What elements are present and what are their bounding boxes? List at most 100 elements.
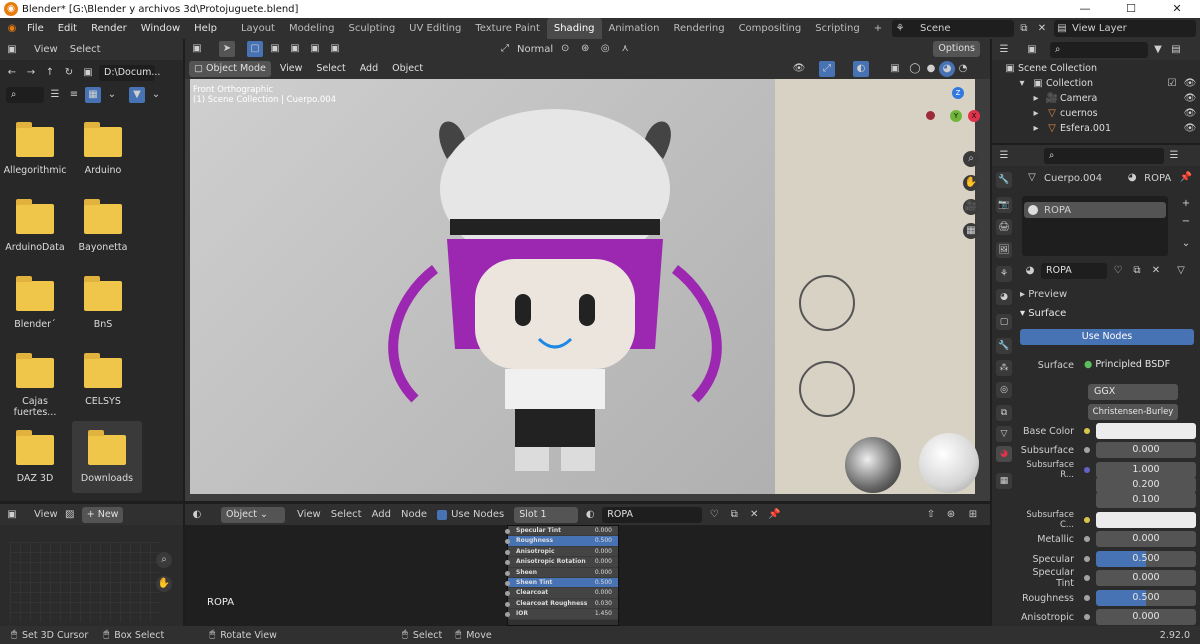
surface-shader-field[interactable]: ● Principled BSDF: [1080, 357, 1196, 373]
distribution-dropdown[interactable]: GGX: [1088, 384, 1178, 400]
folder-item[interactable]: DAZ 3D: [0, 430, 70, 484]
select-subtract-icon[interactable]: ▣: [287, 41, 303, 57]
viewport-add-menu[interactable]: Add: [355, 61, 383, 77]
principled-bsdf-node[interactable]: Specular Tint 0.000 Roughness 0.500 Anisot…: [505, 525, 619, 626]
filter-icon[interactable]: ▼: [129, 87, 145, 103]
visibility-icon[interactable]: 👁: [1182, 121, 1198, 137]
particles-icon[interactable]: ⁂: [996, 360, 1012, 376]
proportional-icon[interactable]: ◎: [597, 41, 613, 57]
navigation-gizmo[interactable]: Z Y X: [926, 87, 980, 127]
gizmo-icon[interactable]: ⤢: [819, 61, 835, 77]
specular-tint-field[interactable]: 0.000: [1096, 570, 1196, 586]
material-browse-icon[interactable]: ◕: [1022, 263, 1038, 279]
tab-rendering[interactable]: Rendering: [666, 18, 731, 39]
pin-icon[interactable]: 📌: [766, 507, 782, 523]
tab-texture-paint[interactable]: Texture Paint: [468, 18, 547, 39]
viewport-view-menu[interactable]: View: [275, 61, 308, 77]
folder-item[interactable]: Blender´: [0, 276, 70, 330]
visibility-icon[interactable]: 👁: [1182, 91, 1198, 107]
node-select-menu[interactable]: Select: [331, 509, 362, 520]
preview-panel-header[interactable]: ▸ Preview: [1020, 289, 1067, 300]
add-slot-icon[interactable]: +: [1178, 196, 1194, 212]
select-extend-icon[interactable]: ▣: [267, 41, 283, 57]
parent-node-icon[interactable]: ⇧: [923, 507, 939, 523]
menu-file[interactable]: File: [20, 18, 51, 39]
axis-neg-x-icon[interactable]: [926, 111, 935, 120]
xray-icon[interactable]: ▣: [887, 61, 903, 77]
zoom-icon[interactable]: ⌕: [963, 151, 979, 167]
pan-hand-icon[interactable]: ✋: [963, 175, 979, 191]
display-mode-icon[interactable]: ▣: [1024, 42, 1040, 58]
node-editor[interactable]: ◐ Object ⌄ View Select Add Node Use Node…: [185, 504, 990, 626]
outliner-row[interactable]: ▸ 🎥 Camera: [1028, 91, 1097, 106]
material-name-field[interactable]: ROPA: [1041, 263, 1107, 279]
image-icon[interactable]: ▨: [62, 507, 78, 523]
select-invert-icon[interactable]: ▣: [307, 41, 323, 57]
node-input-row[interactable]: Sheen 0.000: [505, 567, 618, 578]
scene-selector[interactable]: ⚘ Scene: [892, 20, 1014, 37]
new-image-button[interactable]: + New: [81, 506, 124, 523]
pivot-icon[interactable]: ⊙: [557, 41, 573, 57]
solid-shading-icon[interactable]: ●: [923, 61, 939, 77]
folder-item[interactable]: Bayonetta: [68, 199, 138, 253]
menu-window[interactable]: Window: [134, 18, 187, 39]
tab-animation[interactable]: Animation: [602, 18, 667, 39]
material-field[interactable]: ROPA: [602, 506, 703, 523]
visibility-icon[interactable]: 👁: [791, 61, 807, 77]
image-canvas[interactable]: [10, 542, 160, 622]
visibility-icon[interactable]: 👁: [1182, 106, 1198, 122]
camera-icon[interactable]: 🎥: [963, 199, 979, 215]
unlink-icon[interactable]: ✕: [746, 507, 762, 523]
outliner-row[interactable]: ▾ ▣ Collection: [1014, 76, 1093, 91]
node-input-row[interactable]: Roughness 0.500: [505, 536, 618, 547]
material-icon[interactable]: ◐: [582, 507, 598, 523]
roughness-field[interactable]: 0.500: [1096, 590, 1196, 606]
tab-sculpting[interactable]: Sculpting: [341, 18, 402, 39]
editor-type-icon[interactable]: ☰: [996, 148, 1012, 164]
select-box-icon[interactable]: ▢: [247, 41, 263, 57]
node-input-row[interactable]: Clearcoat Roughness 0.030: [505, 598, 618, 610]
view-layer-selector[interactable]: ▤ View Layer: [1054, 20, 1196, 37]
outliner-row[interactable]: ▣ Scene Collection: [1002, 61, 1097, 76]
tab-layout[interactable]: Layout: [234, 18, 282, 39]
tab-uv-editing[interactable]: UV Editing: [402, 18, 468, 39]
unlink-icon[interactable]: ✕: [1148, 263, 1164, 279]
fake-user-icon[interactable]: ♡: [706, 507, 722, 523]
use-nodes-checkbox[interactable]: [437, 509, 448, 520]
node-add-menu[interactable]: Add: [372, 509, 391, 520]
snap-icon[interactable]: ⊛: [943, 507, 959, 523]
tab-compositing[interactable]: Compositing: [732, 18, 809, 39]
delete-icon[interactable]: ✕: [1034, 21, 1050, 37]
constraints-icon[interactable]: ⧉: [996, 405, 1012, 421]
folder-item[interactable]: Cajas fuertes...: [0, 353, 70, 418]
search-field[interactable]: ⌕: [6, 87, 44, 103]
object-properties-icon[interactable]: ▢: [996, 314, 1012, 330]
sss-method-dropdown[interactable]: Christensen-Burley: [1088, 404, 1178, 420]
folder-item[interactable]: Arduino: [68, 122, 138, 176]
object-data-icon[interactable]: ▽: [996, 426, 1012, 442]
node-input-row[interactable]: Specular Tint 0.000: [505, 526, 618, 537]
add-workspace-button[interactable]: +: [867, 18, 889, 39]
falloff-icon[interactable]: ⋏: [617, 41, 633, 57]
pan-hand-icon[interactable]: ✋: [156, 576, 172, 592]
use-nodes-button[interactable]: Use Nodes: [1020, 329, 1194, 345]
texture-properties-icon[interactable]: ▦: [996, 473, 1012, 489]
img-view-menu[interactable]: View: [34, 509, 58, 520]
menu-help[interactable]: Help: [187, 18, 224, 39]
folder-item-selected[interactable]: Downloads: [72, 421, 142, 493]
tab-shading[interactable]: Shading: [546, 18, 602, 39]
outliner-search[interactable]: ⌕: [1050, 41, 1148, 58]
scene-properties-icon[interactable]: ⚘: [996, 266, 1012, 282]
chevron-down-icon[interactable]: ⌄: [1178, 236, 1194, 252]
minimize-button[interactable]: —: [1062, 0, 1108, 18]
node-input-row[interactable]: IOR 1.450: [505, 609, 618, 620]
overlay-icon[interactable]: ◐: [853, 61, 869, 77]
fb-view-menu[interactable]: View: [34, 44, 58, 55]
path-field[interactable]: D:\Docum...: [99, 65, 160, 81]
menu-render[interactable]: Render: [84, 18, 134, 39]
editor-type-icon[interactable]: ▣: [189, 41, 205, 57]
snap-icon[interactable]: ⊛: [577, 41, 593, 57]
zoom-icon[interactable]: ⌕: [156, 552, 172, 568]
fake-user-icon[interactable]: ♡: [1110, 263, 1126, 279]
duplicate-icon[interactable]: ⧉: [726, 507, 742, 523]
